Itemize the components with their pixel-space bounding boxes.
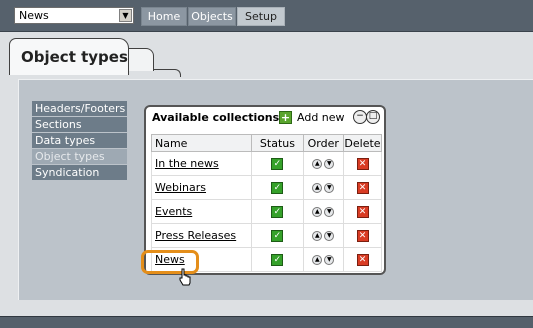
collection-link[interactable]: Events [155, 205, 192, 218]
order-up-icon[interactable]: ▲ [312, 207, 323, 217]
tab-secondary[interactable] [128, 48, 154, 71]
hand-cursor-icon [179, 268, 191, 286]
collection-select[interactable]: News ▼ [14, 7, 134, 24]
sidebar-item-object-types[interactable]: Object types [32, 149, 127, 164]
order-down-icon[interactable]: ▼ [324, 183, 335, 193]
nav-setup[interactable]: Setup [237, 7, 285, 26]
tab-divider [153, 69, 181, 77]
column-header-order[interactable]: Order [302, 134, 345, 152]
delete-icon[interactable]: ✕ [356, 206, 369, 218]
collection-link[interactable]: Webinars [155, 181, 206, 194]
sidebar-item-sections[interactable]: Sections [32, 117, 127, 132]
column-header-delete[interactable]: Delete [343, 134, 382, 152]
tab-object-types[interactable]: Object types [9, 38, 129, 75]
sidebar-item-headers-footers[interactable]: Headers/Footers [32, 101, 127, 116]
order-up-icon[interactable]: ▲ [312, 159, 323, 169]
add-new-button[interactable]: Add new [297, 111, 345, 124]
order-up-icon[interactable]: ▲ [312, 231, 323, 241]
nav-home[interactable]: Home [141, 7, 187, 26]
tab-strip: Object types [0, 32, 533, 77]
chevron-down-icon[interactable]: ▼ [119, 9, 132, 22]
table-row: In the news ✓ ▲ ▼ ✕ [150, 151, 382, 176]
table-row: Webinars ✓ ▲ ▼ ✕ [150, 175, 382, 200]
delete-icon[interactable]: ✕ [356, 158, 369, 170]
column-header-status[interactable]: Status [251, 134, 304, 152]
nav-objects[interactable]: Objects [188, 7, 236, 26]
order-down-icon[interactable]: ▼ [324, 231, 335, 241]
order-up-icon[interactable]: ▲ [312, 183, 323, 193]
order-down-icon[interactable]: ▼ [324, 255, 335, 265]
collection-link[interactable]: In the news [155, 157, 219, 170]
status-check-icon[interactable]: ✓ [271, 230, 284, 242]
status-check-icon[interactable]: ✓ [271, 254, 284, 266]
collection-link[interactable]: Press Releases [155, 229, 236, 242]
delete-icon[interactable]: ✕ [356, 182, 369, 194]
top-bar: News ▼ Home Objects Setup [0, 0, 533, 32]
column-header-name[interactable]: Name [150, 134, 253, 152]
status-check-icon[interactable]: ✓ [271, 158, 284, 170]
delete-icon[interactable]: ✕ [356, 254, 369, 266]
order-up-icon[interactable]: ▲ [312, 255, 323, 265]
add-icon[interactable]: + [279, 111, 292, 124]
sidebar-item-syndication[interactable]: Syndication [32, 165, 127, 180]
order-down-icon[interactable]: ▼ [324, 159, 335, 169]
status-check-icon[interactable]: ✓ [271, 182, 284, 194]
delete-icon[interactable]: ✕ [356, 230, 369, 242]
collection-select-value: News [19, 9, 49, 22]
status-check-icon[interactable]: ✓ [271, 206, 284, 218]
sidebar-item-data-types[interactable]: Data types [32, 133, 127, 148]
collections-title: Available collections [152, 111, 280, 124]
collapse-icon[interactable]: − [353, 110, 367, 124]
maximize-icon[interactable]: □ [366, 110, 380, 124]
order-down-icon[interactable]: ▼ [324, 207, 335, 217]
table-row: Press Releases ✓ ▲ ▼ ✕ [150, 223, 382, 248]
table-row: Events ✓ ▲ ▼ ✕ [150, 199, 382, 224]
bottom-bar [0, 316, 533, 328]
